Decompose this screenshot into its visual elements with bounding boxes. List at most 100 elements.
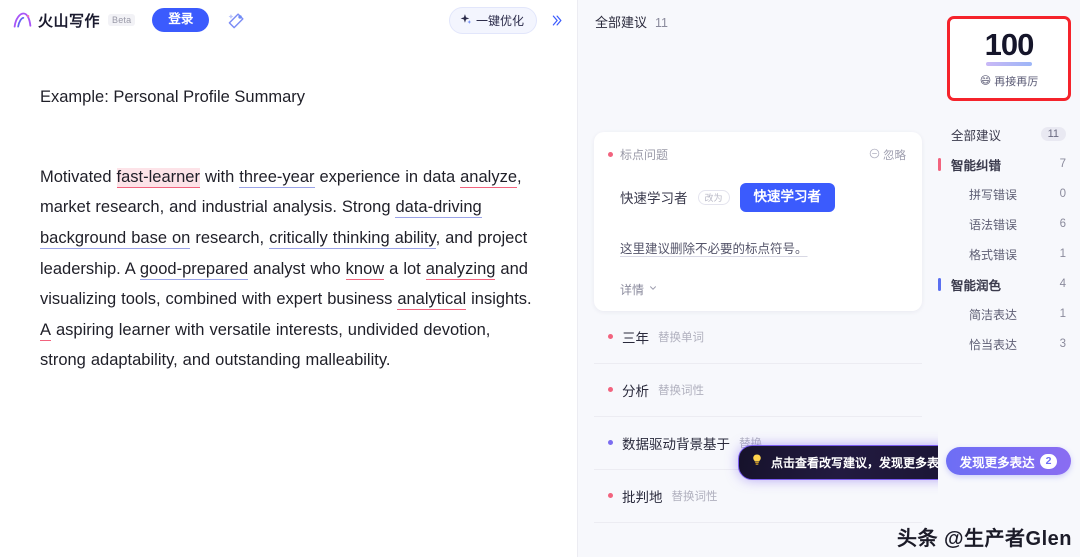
category-label: 全部建议 bbox=[951, 128, 1002, 143]
list-item[interactable]: 分析 替换词性 bbox=[594, 364, 922, 417]
highlight-three-year[interactable]: three-year bbox=[239, 167, 315, 188]
change-to-pill: 改为 bbox=[697, 189, 730, 205]
suggestion-card[interactable]: 标点问题 忽略 快速学习者 改为 快速学习者 这里建议删除不必要的标点符号。 详… bbox=[594, 132, 922, 311]
score-caption: 再接再厉 bbox=[994, 75, 1039, 88]
suggestion-card-header: 标点问题 忽略 bbox=[608, 146, 906, 163]
brand-logo: 火山写作 Beta bbox=[12, 10, 136, 31]
category-accent-bar bbox=[938, 248, 941, 261]
ignore-button[interactable]: 忽略 bbox=[869, 147, 906, 163]
minus-circle-icon bbox=[869, 148, 880, 162]
watermark: 头条 @生产者Glen bbox=[896, 528, 1072, 550]
rewrite-hint-tooltip: 点击查看改写建议，发现更多表达 bbox=[738, 445, 938, 480]
text-run: Motivated bbox=[40, 167, 117, 186]
category-count: 1 bbox=[1059, 308, 1066, 320]
issue-dot-icon bbox=[608, 152, 613, 157]
category-list: 全部建议 11 智能纠错 7 拼写错误 0 语法错误 6 格式错误 1 智能润色… bbox=[938, 119, 1080, 359]
detail-label: 详情 bbox=[620, 282, 645, 297]
toolbar-right-group: 一键优化 bbox=[448, 7, 569, 34]
sidebar-item-smart-polish[interactable]: 智能润色 4 bbox=[938, 269, 1080, 299]
issue-dot-icon bbox=[608, 440, 613, 446]
category-label: 简洁表达 bbox=[969, 307, 1018, 322]
category-label: 智能纠错 bbox=[951, 158, 1002, 173]
suggestion-card-tag: 标点问题 bbox=[608, 146, 668, 163]
text-run: aspiring learner with versatile interest… bbox=[40, 320, 491, 370]
sparkle-icon bbox=[459, 13, 472, 29]
lightbulb-icon bbox=[750, 453, 764, 472]
highlight-know[interactable]: know bbox=[345, 259, 385, 280]
score-caption-row: 😄 再接再厉 bbox=[980, 73, 1038, 89]
sidebar-item-concise-expression[interactable]: 简洁表达 1 bbox=[938, 299, 1080, 329]
suggestions-header-count: 11 bbox=[655, 16, 668, 30]
editor-column: 火山写作 Beta 登录 一键优化 Example: Personal Prof… bbox=[0, 0, 578, 557]
category-count: 0 bbox=[1059, 188, 1066, 200]
highlight-fast-learner[interactable]: fast-learner bbox=[116, 167, 200, 188]
text-run: with bbox=[199, 167, 240, 186]
app-root: 火山写作 Beta 登录 一键优化 Example: Personal Prof… bbox=[0, 0, 1080, 557]
login-button[interactable]: 登录 bbox=[152, 8, 210, 32]
sidebar-item-appropriate-expression[interactable]: 恰当表达 3 bbox=[938, 329, 1080, 359]
sidebar-item-format-errors[interactable]: 格式错误 1 bbox=[938, 239, 1080, 269]
issue-dot-icon bbox=[608, 493, 613, 499]
chevron-down-icon bbox=[648, 282, 658, 296]
ignore-label: 忽略 bbox=[883, 149, 906, 162]
highlight-analyze[interactable]: analyze bbox=[460, 167, 517, 188]
original-text: 快速学习者 bbox=[620, 191, 688, 207]
highlight-critically-thinking[interactable]: critically thinking ability bbox=[269, 228, 436, 249]
text-run: research, bbox=[190, 228, 270, 247]
highlight-analytical[interactable]: analytical bbox=[397, 290, 467, 311]
suggestions-header-title: 全部建议 bbox=[595, 15, 648, 30]
highlight-analyzing[interactable]: analyzing bbox=[425, 259, 496, 280]
suggestion-kind: 替换词性 bbox=[671, 490, 718, 503]
more-button-label: 发现更多表达 bbox=[959, 455, 1035, 470]
text-run: analyst who bbox=[248, 259, 346, 278]
sidebar-item-all-suggestions[interactable]: 全部建议 11 bbox=[938, 119, 1080, 149]
tooltip-text: 点击查看改写建议，发现更多表达 bbox=[771, 456, 938, 470]
category-accent-bar bbox=[938, 338, 941, 351]
highlight-article-a[interactable]: A bbox=[40, 320, 52, 341]
beta-badge: Beta bbox=[108, 14, 136, 26]
issue-type-label: 标点问题 bbox=[620, 148, 669, 162]
suggestion-replacement-row: 快速学习者 改为 快速学习者 bbox=[608, 183, 906, 212]
score-sidebar: 100 😄 再接再厉 全部建议 11 智能纠错 7 拼写错误 0 语法错误 6 … bbox=[938, 0, 1080, 557]
expand-panel-button[interactable] bbox=[543, 9, 569, 33]
document-area[interactable]: Example: Personal Profile Summary Motiva… bbox=[0, 40, 577, 376]
category-accent-bar bbox=[938, 157, 941, 171]
suggestions-header: 全部建议 11 bbox=[578, 0, 938, 31]
top-toolbar: 火山写作 Beta 登录 一键优化 bbox=[0, 0, 577, 40]
suggestion-kind: 替换词性 bbox=[658, 384, 704, 397]
volcano-logo-icon bbox=[12, 10, 33, 31]
suggestion-word: 三年 bbox=[622, 330, 649, 346]
list-item[interactable]: 三年 替换单词 bbox=[594, 311, 922, 364]
suggestions-column: 全部建议 11 标点问题 忽略 快速学习者 改为 快速学习者 这里建议删除不必要… bbox=[578, 0, 938, 557]
document-title: Example: Personal Profile Summary bbox=[40, 88, 306, 106]
document-paragraph: Motivated fast-learner with three-year e… bbox=[40, 162, 537, 376]
category-accent-bar bbox=[938, 277, 941, 291]
category-label: 语法错误 bbox=[969, 217, 1018, 232]
suggestion-detail-toggle[interactable]: 详情 bbox=[608, 281, 906, 298]
score-card: 100 😄 再接再厉 bbox=[947, 16, 1071, 101]
suggestion-word: 分析 bbox=[622, 383, 649, 399]
suggestion-word: 数据驱动背景基于 bbox=[622, 436, 730, 452]
smiley-icon: 😄 bbox=[979, 75, 992, 87]
category-label: 智能润色 bbox=[951, 278, 1002, 293]
apply-fix-button[interactable]: 快速学习者 bbox=[739, 183, 836, 212]
text-run: a lot bbox=[384, 259, 426, 278]
score-underline-decoration bbox=[986, 61, 1032, 66]
category-accent-bar bbox=[938, 188, 941, 201]
highlight-good-prepared[interactable]: good-prepared bbox=[139, 259, 249, 280]
category-count: 1 bbox=[1059, 248, 1066, 260]
category-label: 拼写错误 bbox=[969, 187, 1018, 202]
category-count: 4 bbox=[1059, 278, 1066, 290]
category-label: 恰当表达 bbox=[969, 337, 1018, 352]
text-run: experience in data bbox=[314, 167, 461, 186]
more-button-count: 2 bbox=[1039, 453, 1058, 469]
one-click-optimize-button[interactable]: 一键优化 bbox=[448, 7, 537, 34]
sidebar-item-grammar-errors[interactable]: 语法错误 6 bbox=[938, 209, 1080, 239]
magic-wand-icon[interactable] bbox=[223, 7, 249, 33]
sidebar-item-smart-correction[interactable]: 智能纠错 7 bbox=[938, 149, 1080, 179]
text-run: insights. bbox=[466, 290, 532, 309]
category-accent-bar bbox=[938, 218, 941, 231]
sidebar-item-spelling-errors[interactable]: 拼写错误 0 bbox=[938, 179, 1080, 209]
discover-more-expressions-button[interactable]: 发现更多表达 2 bbox=[946, 447, 1071, 475]
issue-dot-icon bbox=[608, 334, 613, 340]
